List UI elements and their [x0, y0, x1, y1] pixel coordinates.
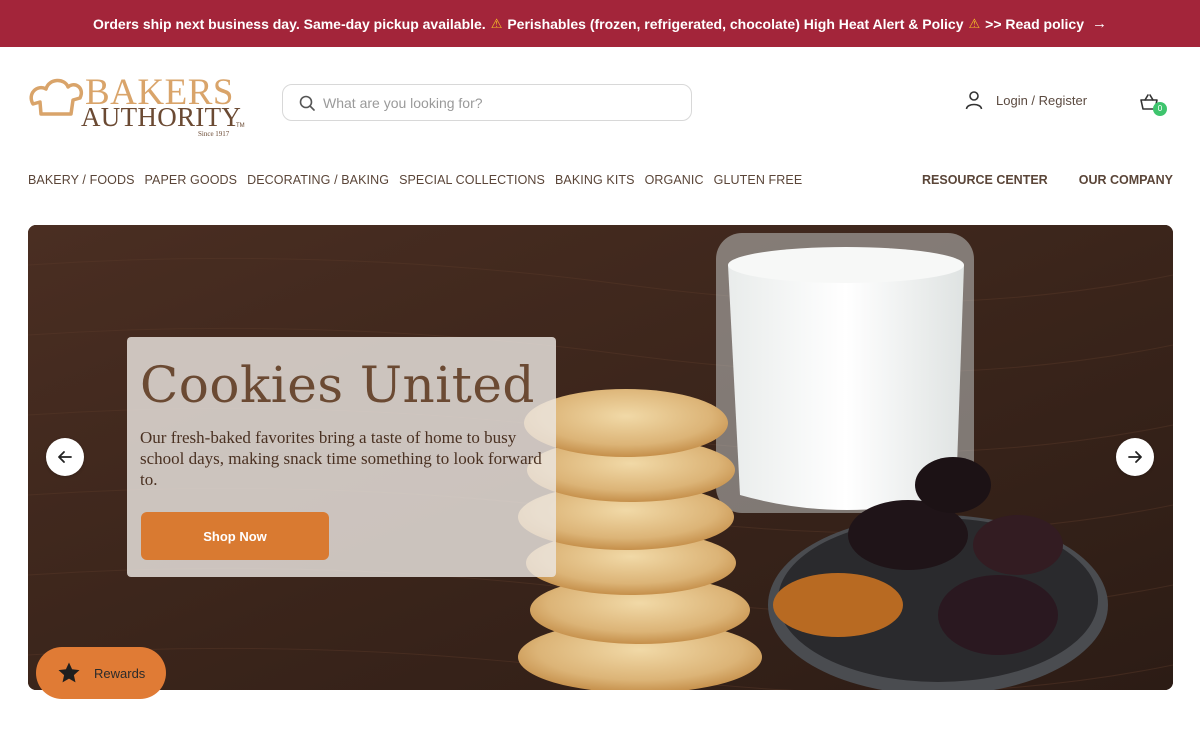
logo-tm: TM [236, 123, 245, 129]
logo-since: Since 1917 [198, 130, 230, 138]
login-register-link[interactable]: Login / Register [964, 90, 1087, 110]
nav-decorating-baking[interactable]: DECORATING / BAKING [247, 173, 389, 187]
warning-icon: ⚠ [968, 15, 981, 31]
nav-resource-center[interactable]: RESOURCE CENTER [922, 173, 1048, 187]
star-icon [58, 662, 80, 683]
logo-line2: AUTHORITY [81, 102, 241, 132]
nav-bakery-foods[interactable]: BAKERY / FOODS [28, 173, 135, 187]
chef-hat-icon [29, 78, 83, 116]
nav-our-company[interactable]: OUR COMPANY [1079, 173, 1173, 187]
announcement-bar: Orders ship next business day. Same-day … [0, 0, 1200, 47]
carousel-prev-button[interactable] [46, 438, 84, 476]
logo[interactable]: BAKERS AUTHORITY TM Since 1917 [27, 70, 249, 140]
carousel-next-button[interactable] [1116, 438, 1154, 476]
search-icon [299, 95, 315, 111]
user-icon [965, 91, 983, 110]
nav-gluten-free[interactable]: GLUTEN FREE [714, 173, 803, 187]
arrow-left-icon [58, 451, 72, 463]
main-nav: BAKERY / FOODS PAPER GOODS DECORATING / … [28, 173, 802, 187]
announcement-heat-text: Perishables (frozen, refrigerated, choco… [507, 15, 964, 32]
hero-title: Cookies United [140, 356, 535, 414]
nav-paper-goods[interactable]: PAPER GOODS [145, 173, 238, 187]
nav-organic[interactable]: ORGANIC [645, 173, 704, 187]
read-policy-label: >> Read policy [985, 15, 1084, 32]
hero-card: Cookies United Our fresh-baked favorites… [127, 337, 556, 577]
arrow-right-icon [1128, 451, 1142, 463]
hero-banner: Cookies United Our fresh-baked favorites… [28, 225, 1173, 690]
hero-description: Our fresh-baked favorites bring a taste … [140, 428, 542, 489]
cart-button[interactable]: 0 [1139, 92, 1169, 118]
login-register-label: Login / Register [996, 92, 1088, 108]
arrow-right-icon: → [1091, 15, 1107, 32]
read-policy-link[interactable]: >> Read policy → [985, 15, 1107, 32]
nav-baking-kits[interactable]: BAKING KITS [555, 173, 635, 187]
nav-special-collections[interactable]: SPECIAL COLLECTIONS [399, 173, 545, 187]
rewards-button[interactable]: Rewards [36, 647, 166, 699]
rewards-label: Rewards [94, 665, 146, 681]
shop-now-button[interactable]: Shop Now [141, 512, 329, 560]
announcement-shipping-text: Orders ship next business day. Same-day … [93, 15, 486, 32]
warning-icon: ⚠ [490, 15, 503, 31]
search-input[interactable] [323, 94, 683, 111]
cart-count-badge: 0 [1153, 102, 1167, 116]
secondary-nav: RESOURCE CENTER OUR COMPANY [922, 173, 1173, 187]
search-box[interactable] [282, 84, 692, 121]
